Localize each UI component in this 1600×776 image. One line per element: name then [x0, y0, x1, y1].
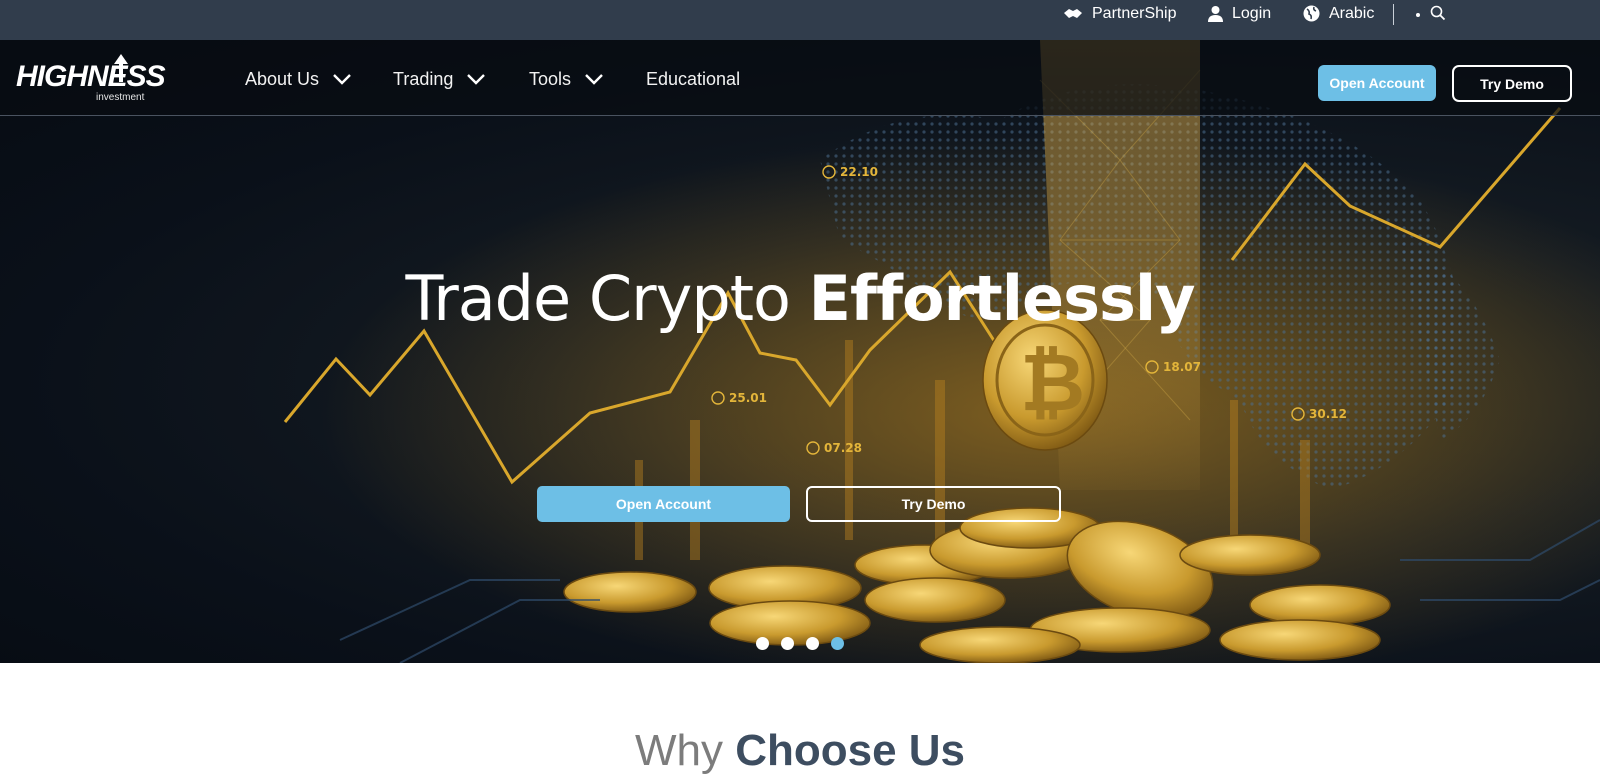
login-label: Login	[1232, 4, 1272, 22]
chevron-down-icon	[333, 73, 351, 85]
nav-educational[interactable]: Educational	[646, 66, 740, 92]
partnership-link[interactable]: PartnerShip	[1063, 0, 1177, 27]
top-bar: PartnerShip Login Arabic	[0, 0, 1600, 40]
logo-arrow-icon	[114, 54, 128, 82]
nav-about-us[interactable]: About Us	[245, 66, 351, 92]
handshake-icon	[1064, 8, 1082, 18]
logo-sub-text: investment	[96, 92, 145, 103]
search-icon[interactable]	[1430, 5, 1446, 21]
why-choose-us-heading: Why Choose Us	[0, 726, 1600, 776]
nav-trading-label: Trading	[393, 68, 454, 89]
try-demo-hero-button[interactable]: Try Demo	[806, 486, 1061, 522]
chart-label-3: 07.28	[824, 441, 862, 455]
language-link[interactable]: Arabic	[1303, 0, 1374, 27]
why-regular: Why	[634, 726, 736, 775]
logo-brand-text: HIGHNESS	[16, 60, 166, 93]
hero-banner: 22.10 25.01 07.28 18.07 30.12 ₿	[0, 40, 1600, 663]
slider-dot-1[interactable]	[756, 637, 769, 650]
login-link[interactable]: Login	[1208, 0, 1271, 27]
open-account-nav-button[interactable]: Open Account	[1318, 65, 1436, 101]
chart-label-1: 22.10	[840, 165, 878, 179]
nav-trading[interactable]: Trading	[393, 66, 486, 92]
slider-dot-4[interactable]	[831, 637, 844, 650]
chart-label-5: 30.12	[1309, 407, 1347, 421]
partnership-label: PartnerShip	[1092, 4, 1177, 22]
slider-dot-2[interactable]	[781, 637, 794, 650]
svg-text:₿: ₿	[1020, 336, 1085, 429]
chevron-down-icon	[585, 73, 603, 85]
try-demo-nav-button[interactable]: Try Demo	[1452, 65, 1572, 102]
open-account-hero-button[interactable]: Open Account	[537, 486, 790, 522]
topbar-divider	[1393, 4, 1394, 25]
globe-icon	[1303, 5, 1320, 22]
hero-headline: Trade Crypto Effortlessly	[0, 262, 1600, 335]
topbar-dot	[1416, 13, 1420, 17]
site-logo[interactable]: HIGHNESS investment	[16, 54, 172, 104]
chart-label-2: 25.01	[729, 391, 767, 405]
hero-headline-bold: Effortlessly	[808, 262, 1196, 335]
hero-background-art: 22.10 25.01 07.28 18.07 30.12 ₿	[0, 40, 1600, 663]
nav-tools[interactable]: Tools	[529, 66, 603, 92]
hero-headline-regular: Trade Crypto	[405, 262, 809, 335]
why-bold: Choose Us	[735, 726, 966, 775]
nav-tools-label: Tools	[529, 68, 572, 89]
nav-about-us-label: About Us	[245, 68, 320, 89]
nav-educational-label: Educational	[646, 68, 741, 89]
user-icon	[1208, 6, 1223, 22]
chevron-down-icon	[467, 73, 486, 85]
chart-label-4: 18.07	[1163, 360, 1201, 374]
slider-dot-3[interactable]	[806, 637, 819, 650]
language-label: Arabic	[1329, 4, 1375, 22]
